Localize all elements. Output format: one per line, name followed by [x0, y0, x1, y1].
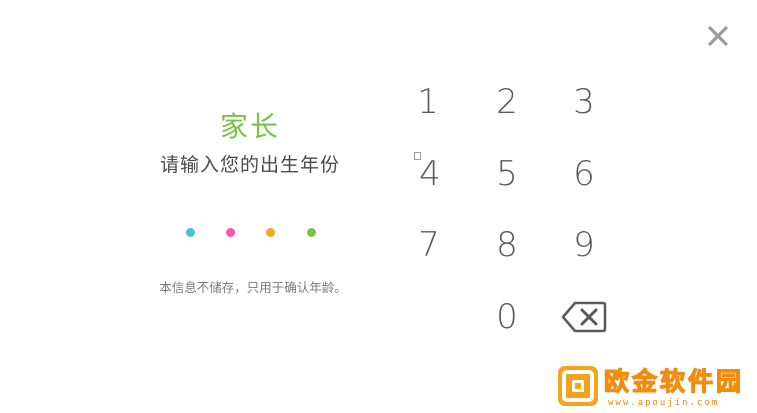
key-6[interactable]: 6 [546, 138, 622, 210]
key-3[interactable]: 3 [546, 66, 622, 138]
watermark-url: www.apoujin.com [608, 398, 720, 408]
close-icon [708, 26, 728, 46]
key-5[interactable]: 5 [469, 138, 545, 210]
key-1[interactable]: 1 [390, 66, 466, 138]
pin-indicator [186, 228, 322, 238]
key-0[interactable]: 0 [469, 281, 545, 353]
key-7[interactable]: 7 [391, 209, 467, 281]
pin-dot-4 [307, 228, 316, 237]
privacy-notice: 本信息不储存，只用于确认年龄。 [159, 280, 347, 295]
number-keypad: 1 2 3 4 5 6 7 8 9 0 [390, 66, 630, 356]
key-4[interactable]: 4 [392, 138, 468, 210]
watermark-text: 欧金软件园 [603, 366, 745, 396]
backspace-button[interactable] [546, 281, 622, 353]
key-9[interactable]: 9 [546, 209, 622, 281]
pin-dot-2 [226, 228, 235, 237]
prompt-title: 家长 [219, 110, 280, 143]
key-2[interactable]: 2 [469, 66, 545, 138]
pin-dot-3 [266, 228, 275, 237]
prompt-panel: 家长 请输入您的出生年份 [100, 110, 400, 177]
backspace-icon [561, 301, 607, 333]
watermark: 欧金软件园 www.apoujin.com [552, 365, 755, 411]
pin-dot-1 [186, 228, 195, 237]
key-8[interactable]: 8 [469, 209, 545, 281]
close-button[interactable] [700, 18, 736, 54]
watermark-logo-icon [558, 366, 598, 406]
prompt-subtitle: 请输入您的出生年份 [159, 154, 340, 176]
parental-gate-screen: 家长 请输入您的出生年份 本信息不储存，只用于确认年龄。 1 2 3 4 5 6… [0, 0, 757, 413]
